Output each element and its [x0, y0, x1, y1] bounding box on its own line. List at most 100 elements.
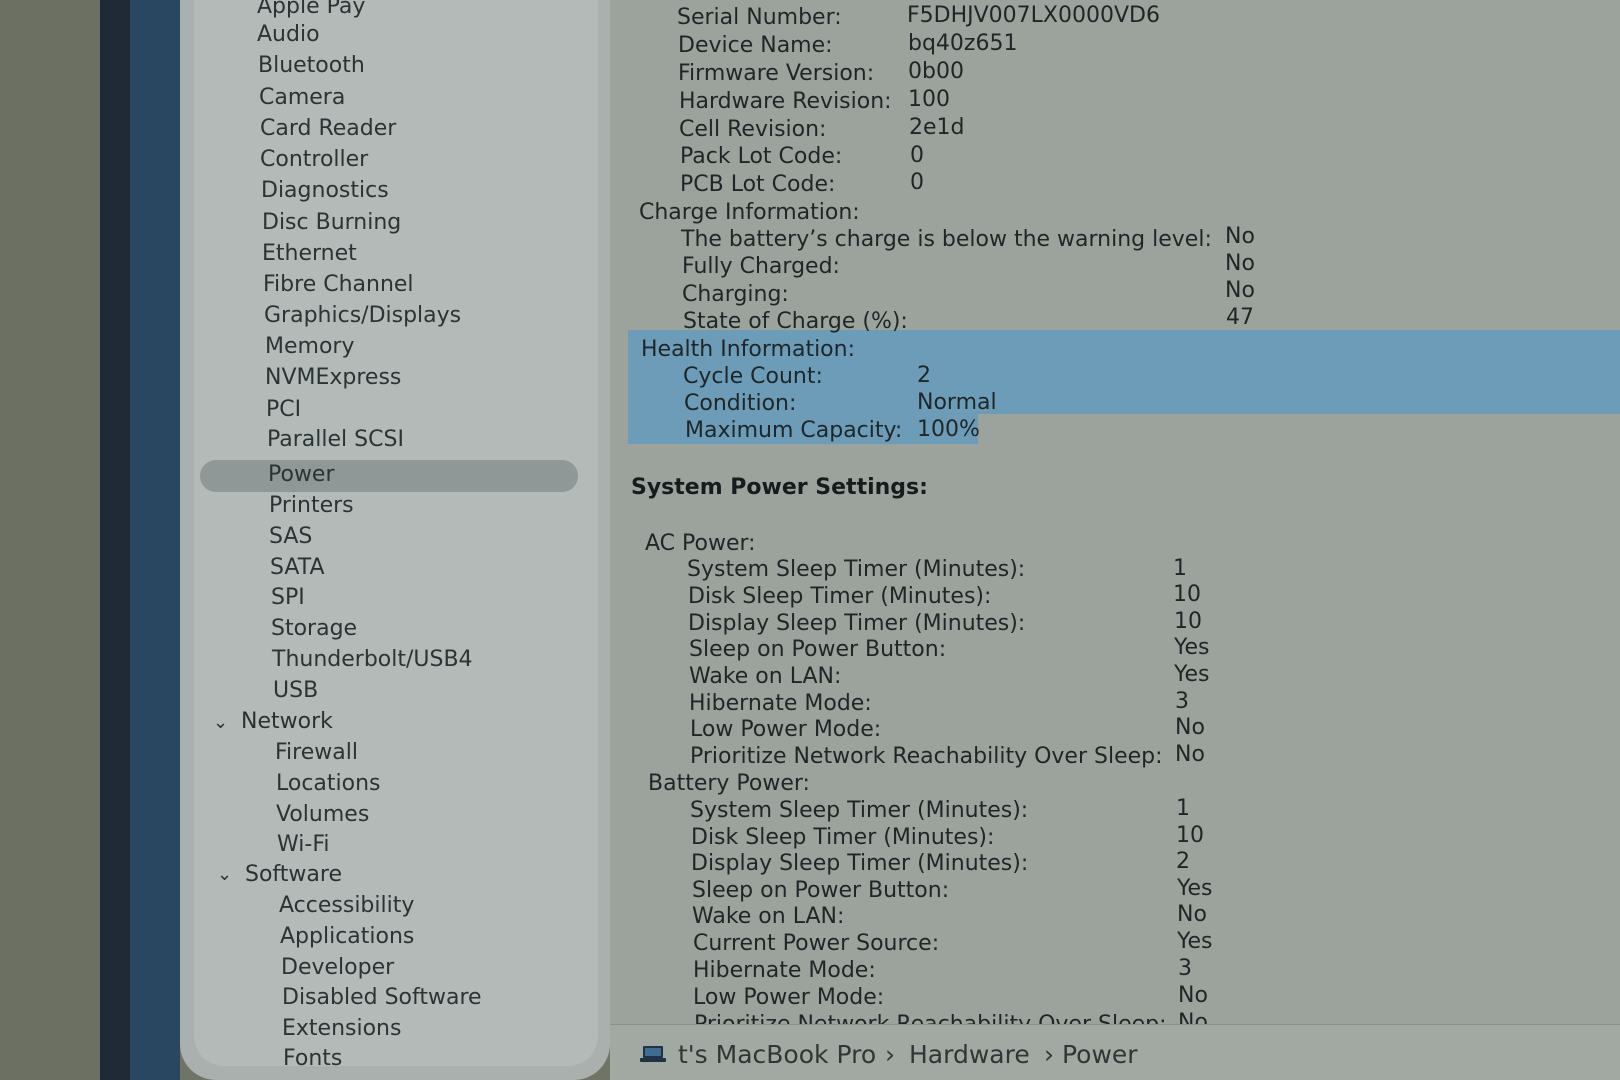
- sidebar-item-applications[interactable]: Applications: [280, 922, 414, 952]
- health-information-heading[interactable]: Health Information:: [641, 336, 855, 364]
- sidebar-item-wi-fi[interactable]: Wi-Fi: [277, 830, 330, 860]
- condition-value: Normal: [917, 390, 997, 415]
- hardware-revision-label: Hardware Revision:: [679, 89, 892, 114]
- battery-row-value: Yes: [1177, 876, 1213, 901]
- ac-row-value: Yes: [1174, 662, 1210, 687]
- condition-label: Condition:: [684, 391, 797, 416]
- battery-row-label: Disk Sleep Timer (Minutes):: [691, 825, 995, 850]
- sidebar-item-usb[interactable]: USB: [273, 676, 318, 706]
- ac-power-heading: AC Power:: [645, 531, 756, 556]
- fully-charged-value: No: [1225, 251, 1255, 276]
- battery-row-value: No: [1178, 983, 1208, 1008]
- sidebar-item-controller[interactable]: Controller: [260, 145, 368, 175]
- maximum-capacity-value: 100%: [917, 417, 980, 442]
- system-power-settings-heading: System Power Settings:: [631, 475, 928, 500]
- battery-row-label: Sleep on Power Button:: [692, 878, 950, 903]
- pcb-lot-code-value: 0: [910, 170, 924, 195]
- sidebar-item-storage[interactable]: Storage: [271, 614, 357, 644]
- sidebar-item-printers[interactable]: Printers: [269, 491, 354, 521]
- ac-row-value: 10: [1173, 582, 1201, 607]
- chevron-down-icon[interactable]: ⌄: [213, 712, 228, 733]
- sidebar-item-accessibility[interactable]: Accessibility: [279, 891, 414, 921]
- sidebar-item-diagnostics[interactable]: Diagnostics: [261, 176, 389, 206]
- ac-row-label: Sleep on Power Button:: [689, 637, 947, 662]
- ac-row-value: 10: [1174, 609, 1202, 634]
- ac-row-value: No: [1175, 715, 1205, 740]
- ac-row-value: Yes: [1174, 635, 1210, 660]
- sidebar-selection-highlight: [200, 460, 578, 492]
- sidebar-item-thunderbolt-usb4[interactable]: Thunderbolt/USB4: [272, 645, 473, 675]
- sidebar-item-spi[interactable]: SPI: [271, 583, 305, 613]
- sidebar-item-memory[interactable]: Memory: [265, 332, 354, 362]
- ac-row-label: Prioritize Network Reachability Over Sle…: [690, 744, 1163, 769]
- sidebar-item-developer[interactable]: Developer: [281, 953, 394, 983]
- breadcrumb-hardware[interactable]: Hardware: [909, 1040, 1030, 1069]
- firmware-version-label: Firmware Version:: [678, 61, 875, 86]
- sidebar-item-sas[interactable]: SAS: [269, 522, 312, 552]
- pack-lot-code-label: Pack Lot Code:: [680, 144, 843, 169]
- warning-level-value: No: [1225, 224, 1255, 249]
- cell-revision-value: 2e1d: [909, 115, 965, 140]
- cell-revision-label: Cell Revision:: [679, 117, 827, 142]
- ac-row-label: Wake on LAN:: [689, 664, 842, 689]
- device-name-label: Device Name:: [678, 33, 833, 58]
- sidebar-item-parallel-scsi[interactable]: Parallel SCSI: [267, 425, 404, 455]
- battery-row-label: Display Sleep Timer (Minutes):: [691, 851, 1029, 876]
- breadcrumb-separator: ›: [1044, 1040, 1054, 1069]
- firmware-version-value: 0b00: [908, 59, 964, 84]
- maximum-capacity-label: Maximum Capacity:: [685, 418, 903, 443]
- sidebar-item-fonts[interactable]: Fonts: [283, 1044, 342, 1074]
- sidebar-item-sata[interactable]: SATA: [270, 553, 325, 583]
- sidebar-item-disc-burning[interactable]: Disc Burning: [262, 208, 401, 238]
- ac-row-value: No: [1175, 742, 1205, 767]
- device-name-value: bq40z651: [908, 31, 1018, 56]
- desktop-wallpaper-edge: [130, 0, 180, 1080]
- breadcrumb-device[interactable]: t's MacBook Pro: [678, 1040, 876, 1069]
- sidebar-item-camera[interactable]: Camera: [259, 83, 345, 113]
- state-of-charge-label: State of Charge (%):: [683, 309, 908, 334]
- sidebar-item-apple-pay[interactable]: Apple Pay: [257, 0, 365, 22]
- sidebar-group-software[interactable]: Software: [245, 860, 342, 890]
- charge-information-heading: Charge Information:: [639, 200, 860, 225]
- battery-row-label: Current Power Source:: [693, 931, 940, 956]
- laptop-icon: [640, 1046, 666, 1062]
- sidebar-item-audio[interactable]: Audio: [257, 20, 320, 50]
- battery-row-label: Wake on LAN:: [692, 904, 845, 929]
- battery-row-value: Yes: [1177, 929, 1213, 954]
- ac-row-label: System Sleep Timer (Minutes):: [687, 557, 1026, 582]
- sidebar-item-fibre-channel[interactable]: Fibre Channel: [263, 270, 414, 300]
- chevron-down-icon[interactable]: ⌄: [217, 864, 232, 885]
- sidebar-item-pci[interactable]: PCI: [266, 395, 301, 425]
- sidebar-item-ethernet[interactable]: Ethernet: [262, 239, 357, 269]
- sidebar-item-extensions[interactable]: Extensions: [282, 1014, 401, 1044]
- sidebar-item-volumes[interactable]: Volumes: [276, 800, 369, 830]
- ac-row-label: Disk Sleep Timer (Minutes):: [688, 584, 992, 609]
- sidebar-item-power[interactable]: Power: [268, 460, 335, 490]
- battery-row-value: 2: [1176, 849, 1190, 874]
- battery-power-heading: Battery Power:: [648, 771, 810, 796]
- battery-row-label: System Sleep Timer (Minutes):: [690, 798, 1029, 823]
- sidebar-item-disabled-software[interactable]: Disabled Software: [282, 983, 482, 1013]
- breadcrumb-power[interactable]: Power: [1062, 1040, 1138, 1069]
- cycle-count-value: 2: [917, 363, 931, 388]
- battery-row-value: 1: [1176, 796, 1190, 821]
- ac-row-label: Display Sleep Timer (Minutes):: [688, 611, 1026, 636]
- warning-level-label: The battery’s charge is below the warnin…: [681, 227, 1212, 252]
- sidebar-item-nvmexpress[interactable]: NVMExpress: [265, 363, 401, 393]
- sidebar-item-graphics-displays[interactable]: Graphics/Displays: [264, 301, 461, 331]
- battery-row-label: Hibernate Mode:: [693, 958, 876, 983]
- sidebar-item-locations[interactable]: Locations: [276, 769, 381, 799]
- serial-number-value: F5DHJV007LX0000VD6: [907, 3, 1160, 28]
- serial-number-label: Serial Number:: [677, 5, 842, 30]
- charging-value: No: [1225, 278, 1255, 303]
- sidebar-item-card-reader[interactable]: Card Reader: [260, 114, 396, 144]
- ac-row-value: 1: [1173, 556, 1187, 581]
- pcb-lot-code-label: PCB Lot Code:: [680, 172, 836, 197]
- sidebar-item-bluetooth[interactable]: Bluetooth: [258, 51, 365, 81]
- ac-row-label: Low Power Mode:: [690, 717, 882, 742]
- sidebar-group-network[interactable]: Network: [241, 707, 333, 737]
- sidebar-item-firewall[interactable]: Firewall: [275, 738, 358, 768]
- battery-row-label: Low Power Mode:: [693, 985, 885, 1010]
- fully-charged-label: Fully Charged:: [682, 254, 840, 279]
- ac-row-value: 3: [1175, 689, 1189, 714]
